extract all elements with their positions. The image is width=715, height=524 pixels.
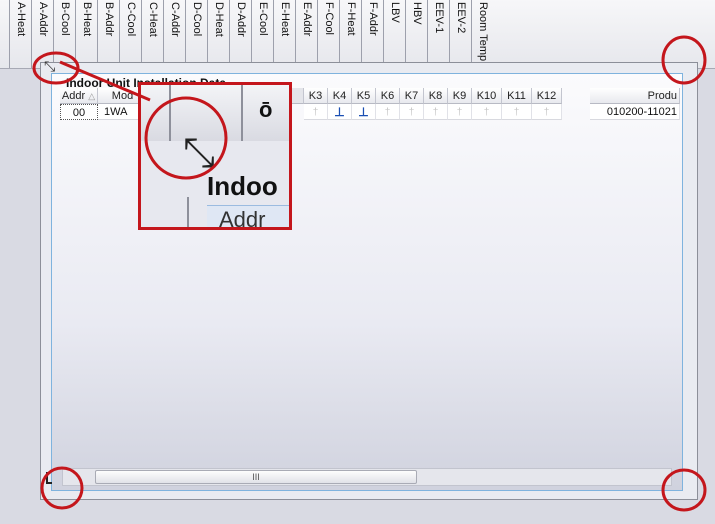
- diagonal-resize-icon: ⤡: [44, 58, 56, 74]
- row-k-cell[interactable]: †: [472, 104, 502, 120]
- row-k-cell[interactable]: †: [424, 104, 448, 120]
- column-header-label: C-Heat: [147, 2, 159, 37]
- column-header[interactable]: D-Heat: [207, 0, 229, 68]
- column-header[interactable]: F-Addr: [361, 0, 383, 68]
- column-header[interactable]: E-Cool: [251, 0, 273, 68]
- header-k[interactable]: K8: [424, 88, 448, 104]
- row-k-cell[interactable]: †: [532, 104, 562, 120]
- header-k[interactable]: K11: [502, 88, 532, 104]
- column-header[interactable]: B-Addr: [97, 0, 119, 68]
- column-header-label: C-Cool: [125, 2, 137, 37]
- sort-asc-icon: △: [88, 91, 96, 101]
- pushpin-icon: †: [408, 107, 415, 118]
- row-k-cell[interactable]: †: [448, 104, 472, 120]
- column-header-label: B-Heat: [81, 2, 93, 37]
- column-header-label: B-Cool: [59, 2, 71, 36]
- column-header-label: F-Addr: [367, 2, 379, 36]
- header-k[interactable]: K3: [304, 88, 328, 104]
- column-header-label: EEV-2: [455, 2, 467, 34]
- column-header[interactable]: D-Cool: [185, 0, 207, 68]
- header-addr-label: Addr: [61, 90, 86, 102]
- column-header-label: F-Cool: [323, 2, 335, 36]
- resize-corner-icon[interactable]: [46, 472, 52, 484]
- zoom-divider: [187, 197, 189, 227]
- zoom-title-text: Indoo: [207, 171, 278, 201]
- column-header-label: F-Heat: [345, 2, 357, 36]
- column-header[interactable]: B-Cool: [53, 0, 75, 68]
- column-header[interactable]: HBV: [405, 0, 427, 68]
- row-k-cell[interactable]: †: [400, 104, 424, 120]
- column-header-label: B-Addr: [103, 2, 115, 37]
- column-header-label: LBV: [389, 2, 401, 23]
- column-header[interactable]: LBV: [383, 0, 405, 68]
- zoom-addr-text: Addr: [219, 207, 266, 230]
- pushpin-icon: †: [432, 107, 439, 118]
- column-header[interactable]: F-Heat: [339, 0, 361, 68]
- diagonal-resize-icon: ⤡: [183, 131, 215, 175]
- header-k[interactable]: K4: [328, 88, 352, 104]
- header-product[interactable]: Produ: [590, 88, 680, 104]
- pushpin-icon: †: [456, 107, 463, 118]
- column-header-strip: A-Heat A-Addr B-Cool B-Heat B-Addr C-Cool C-He…: [0, 0, 715, 69]
- header-k[interactable]: K12: [532, 88, 562, 104]
- header-k[interactable]: K7: [400, 88, 424, 104]
- pushpin-icon: †: [543, 107, 550, 118]
- row-k-cell[interactable]: ⊥: [352, 104, 376, 120]
- column-header[interactable]: D-Addr: [229, 0, 251, 68]
- row-addr[interactable]: 00: [60, 104, 98, 120]
- scroll-thumb[interactable]: III: [95, 470, 417, 484]
- column-header-label: EEV-1: [433, 2, 445, 34]
- column-header-label: E-Cool: [257, 2, 269, 36]
- zoom-divider: [241, 85, 243, 143]
- column-header-label: D-Heat: [213, 2, 225, 37]
- zoom-divider: [169, 85, 171, 143]
- row-k-cell[interactable]: †: [376, 104, 400, 120]
- row-product[interactable]: 010200-11021: [590, 104, 680, 120]
- column-header[interactable]: EEV-1: [427, 0, 449, 68]
- column-header-label: HBV: [411, 2, 423, 25]
- column-header[interactable]: E-Heat: [273, 0, 295, 68]
- column-header[interactable]: C-Addr: [163, 0, 185, 68]
- row-k-cell[interactable]: ⊥: [328, 104, 352, 120]
- column-header[interactable]: Room Temp.: [471, 0, 493, 68]
- zoom-col-glyph: ō: [259, 97, 273, 122]
- column-header-label: E-Addr: [301, 2, 313, 37]
- column-header-label: A-Heat: [15, 2, 27, 37]
- column-header[interactable]: B-Heat: [75, 0, 97, 68]
- column-header-label: C-Addr: [169, 2, 181, 37]
- header-k[interactable]: K10: [472, 88, 502, 104]
- pushpin-icon: †: [483, 107, 490, 118]
- column-header-label: E-Heat: [279, 2, 291, 37]
- pushpin-icon: ⊥: [358, 105, 369, 119]
- zoom-inset: ō Indoo Addr ⤡: [138, 82, 292, 230]
- column-header[interactable]: A-Heat: [9, 0, 31, 68]
- header-addr[interactable]: Addr △: [60, 88, 98, 104]
- pushpin-icon: †: [312, 107, 319, 118]
- column-header-label: A-Addr: [37, 2, 49, 37]
- pushpin-icon: ⊥: [334, 105, 345, 119]
- horizontal-scrollbar[interactable]: III: [62, 468, 672, 486]
- row-k-cell[interactable]: †: [502, 104, 532, 120]
- column-header[interactable]: F-Cool: [317, 0, 339, 68]
- column-header-label: D-Cool: [191, 2, 203, 37]
- column-header-label: Room Temp.: [477, 2, 489, 65]
- column-header[interactable]: E-Addr: [295, 0, 317, 68]
- pushpin-icon: †: [384, 107, 391, 118]
- pushpin-icon: †: [513, 107, 520, 118]
- column-header[interactable]: C-Heat: [141, 0, 163, 68]
- header-k[interactable]: K6: [376, 88, 400, 104]
- column-header-label: D-Addr: [235, 2, 247, 37]
- column-header[interactable]: EEV-2: [449, 0, 471, 68]
- header-k[interactable]: K5: [352, 88, 376, 104]
- column-header[interactable]: C-Cool: [119, 0, 141, 68]
- header-k[interactable]: K9: [448, 88, 472, 104]
- row-k-cell[interactable]: †: [304, 104, 328, 120]
